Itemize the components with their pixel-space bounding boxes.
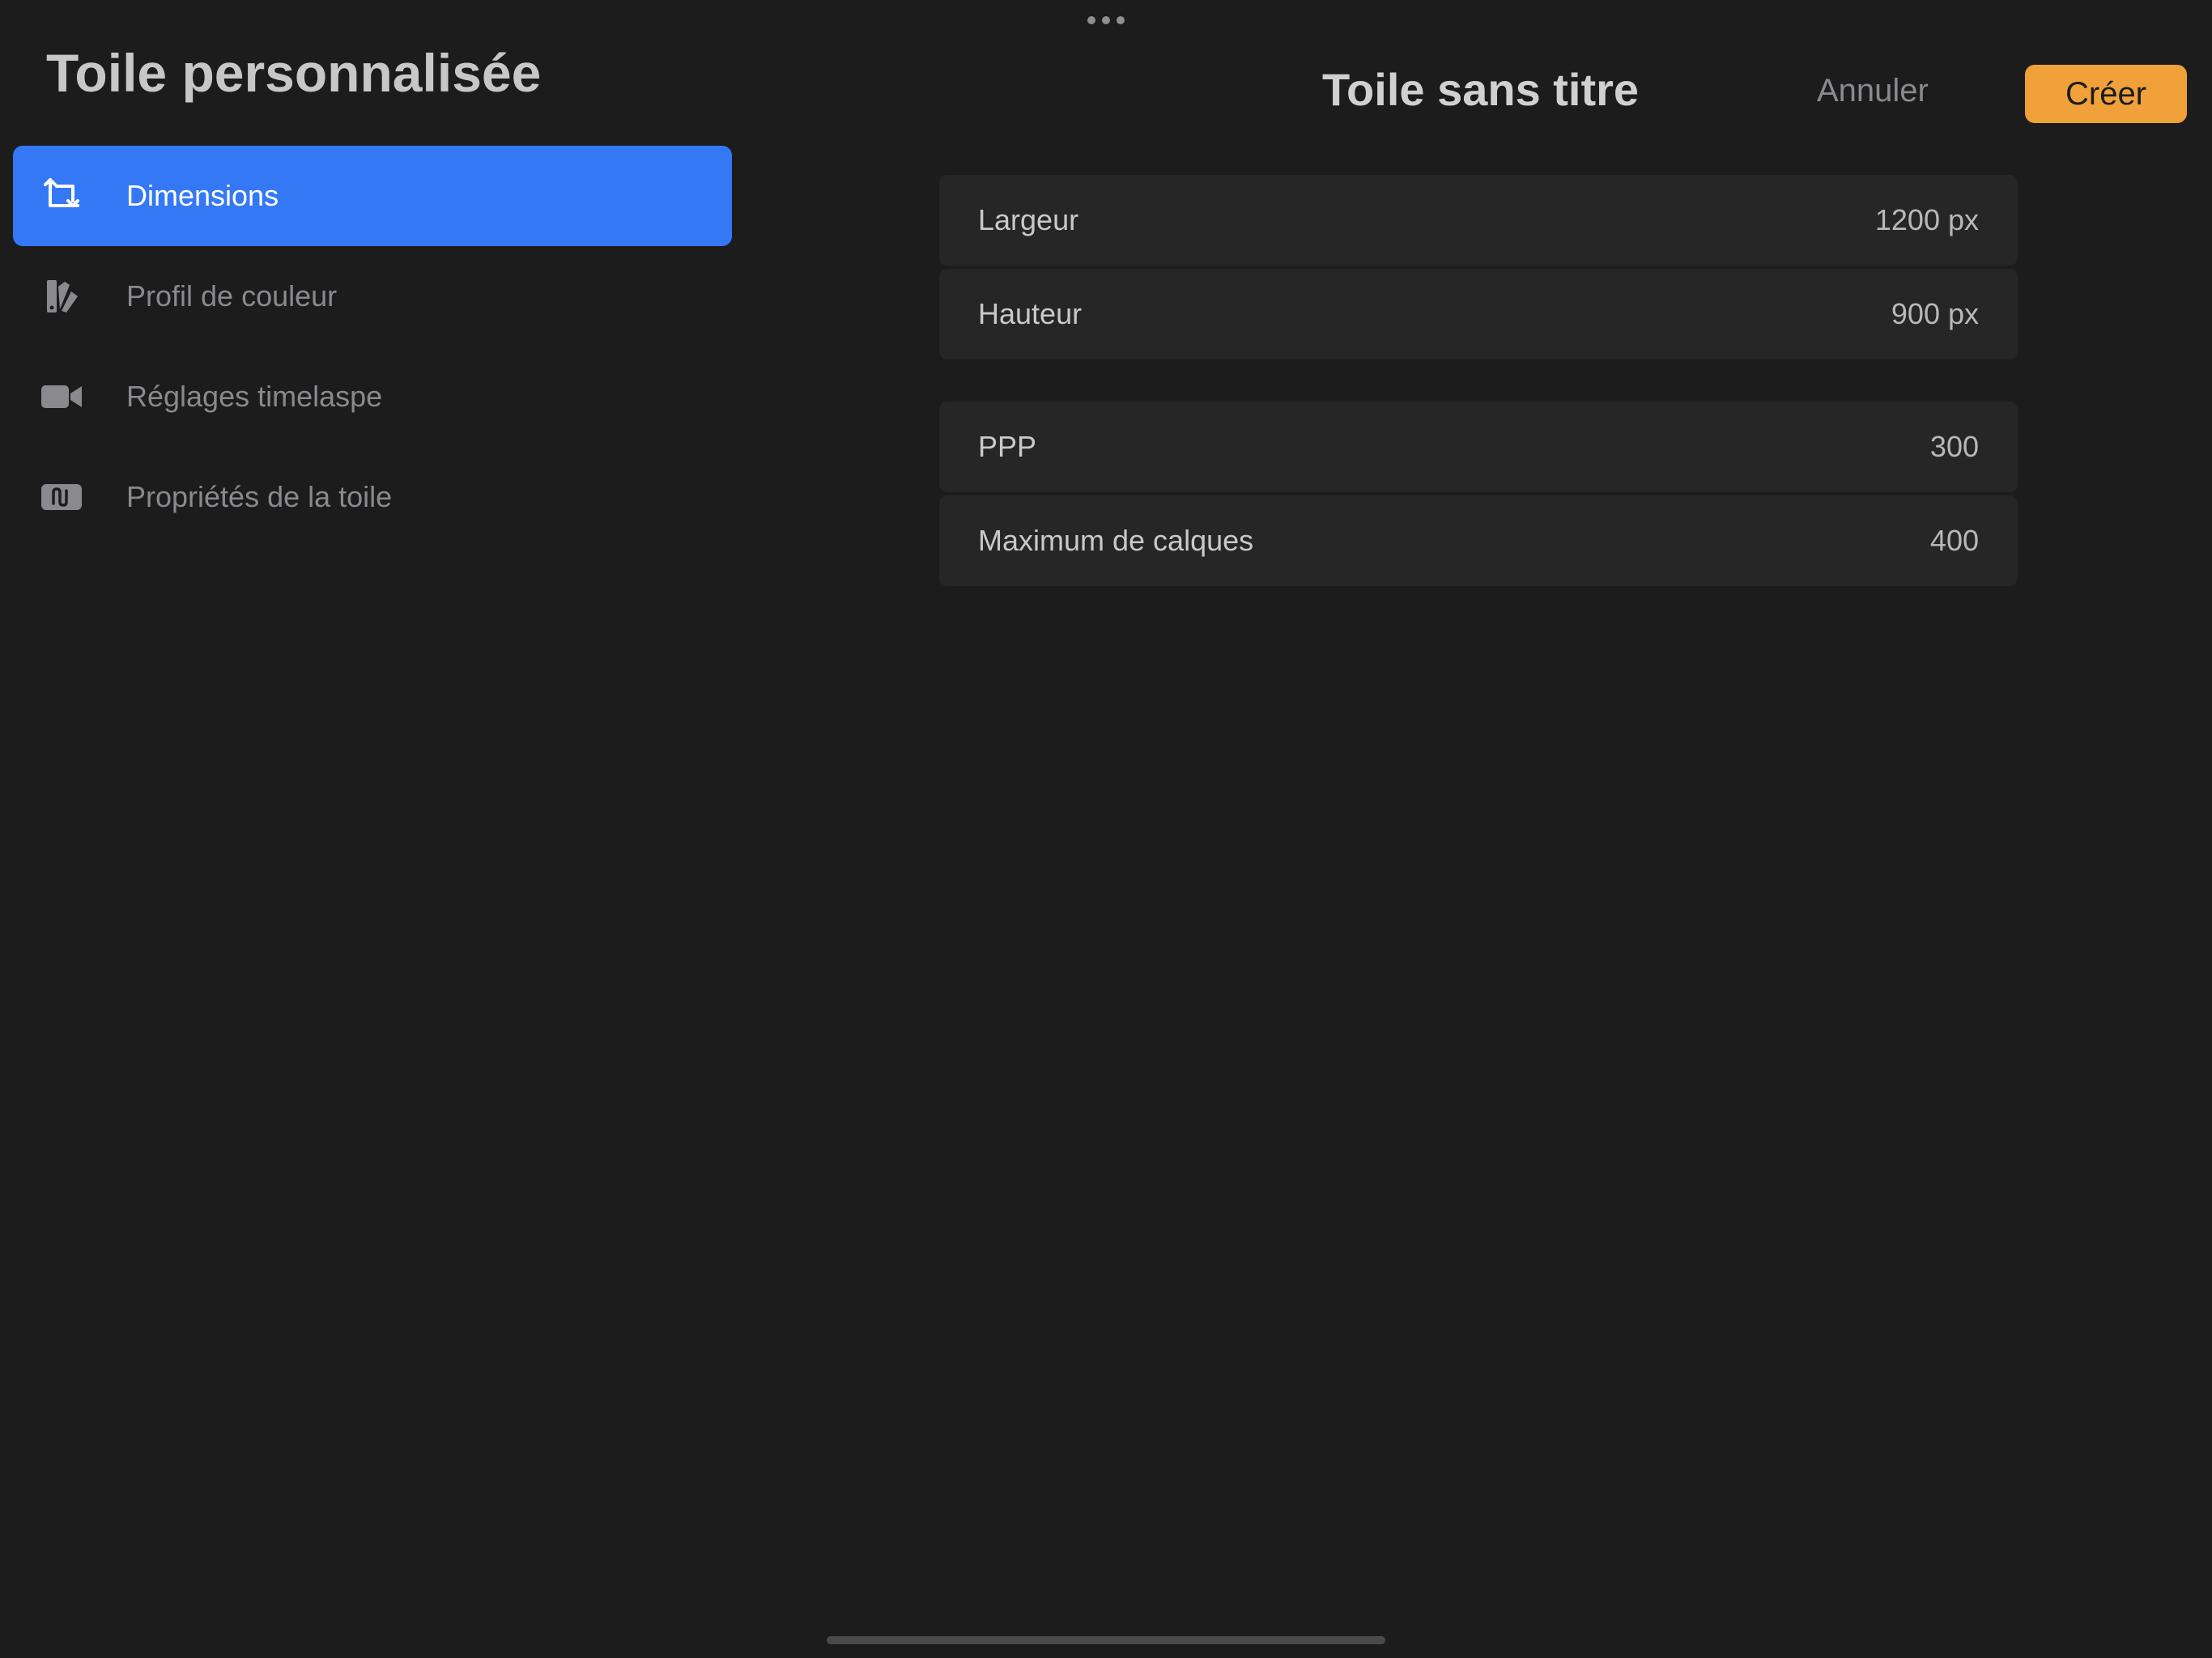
dimensions-group: Largeur 1200 px Hauteur 900 px bbox=[939, 175, 2018, 363]
max-layers-row[interactable]: Maximum de calques 400 bbox=[939, 495, 2018, 586]
width-label: Largeur bbox=[978, 203, 1079, 236]
sidebar-item-canvas-properties[interactable]: Propriétés de la toile bbox=[13, 447, 732, 547]
canvas-title[interactable]: Toile sans titre bbox=[1322, 63, 1639, 116]
crop-dimensions-icon bbox=[37, 172, 86, 220]
sidebar: Toile personnalisée Dimensions Profil de… bbox=[0, 0, 745, 1658]
dot-icon bbox=[1102, 16, 1110, 24]
sidebar-item-timelapse[interactable]: Réglages timelaspe bbox=[13, 346, 732, 447]
max-layers-label: Maximum de calques bbox=[978, 524, 1254, 557]
height-row[interactable]: Hauteur 900 px bbox=[939, 269, 2018, 359]
max-layers-value: 400 bbox=[1929, 524, 1979, 557]
sidebar-item-label: Dimensions bbox=[126, 179, 279, 212]
height-label: Hauteur bbox=[978, 297, 1083, 330]
dot-icon bbox=[1087, 16, 1095, 24]
canvas-properties-icon bbox=[37, 473, 86, 521]
dpi-value[interactable]: 300 bbox=[1930, 430, 1979, 464]
custom-canvas-screen: Toile personnalisée Dimensions Profil de… bbox=[0, 0, 2212, 1658]
multitasking-handle[interactable] bbox=[1087, 15, 1125, 25]
sidebar-title: Toile personnalisée bbox=[46, 43, 542, 103]
sidebar-item-label: Propriétés de la toile bbox=[126, 480, 393, 513]
video-camera-icon bbox=[37, 372, 86, 421]
dot-icon bbox=[1117, 16, 1125, 24]
home-indicator[interactable] bbox=[827, 1636, 1385, 1644]
width-row[interactable]: Largeur 1200 px bbox=[939, 175, 2018, 266]
dpi-label: PPP bbox=[978, 430, 1037, 463]
height-value[interactable]: 900 px bbox=[1891, 297, 1979, 331]
create-button[interactable]: Créer bbox=[2025, 65, 2187, 123]
width-value[interactable]: 1200 px bbox=[1875, 203, 1979, 237]
sidebar-nav: Dimensions Profil de couleur Réglages ti… bbox=[13, 146, 732, 547]
color-swatch-icon bbox=[37, 272, 86, 321]
sidebar-item-color-profile[interactable]: Profil de couleur bbox=[13, 246, 732, 346]
sidebar-item-label: Réglages timelaspe bbox=[126, 380, 383, 413]
sidebar-item-label: Profil de couleur bbox=[126, 279, 338, 312]
dpi-row[interactable]: PPP 300 bbox=[939, 402, 2018, 492]
sidebar-item-dimensions[interactable]: Dimensions bbox=[13, 146, 732, 246]
resolution-group: PPP 300 Maximum de calques 400 bbox=[939, 402, 2018, 589]
cancel-button[interactable]: Annuler bbox=[1817, 73, 1929, 109]
